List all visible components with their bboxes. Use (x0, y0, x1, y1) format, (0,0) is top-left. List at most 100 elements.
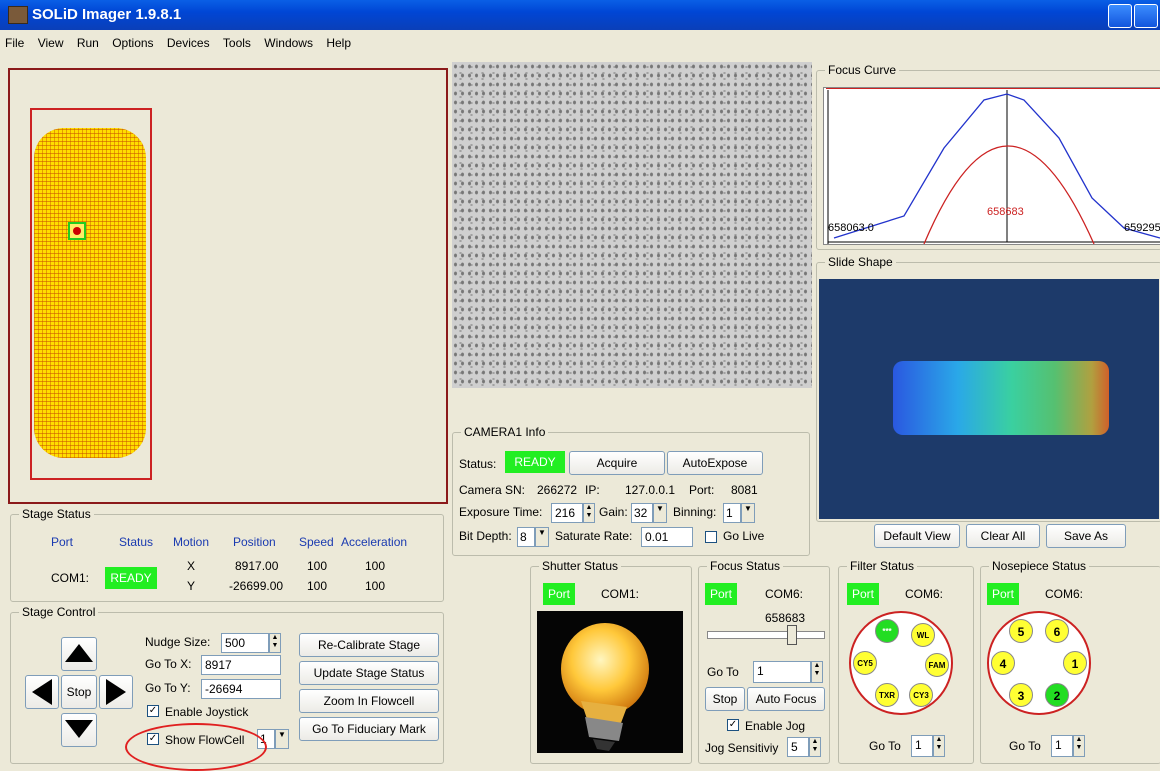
move-down-button[interactable] (61, 713, 97, 747)
menu-file[interactable]: File (0, 30, 29, 50)
stage-port: COM1: (51, 571, 90, 585)
focus-slider-thumb[interactable] (787, 625, 797, 645)
filter-com: COM6: (905, 587, 944, 601)
acquire-button[interactable]: Acquire (569, 451, 665, 475)
filter-goto-label: Go To (869, 739, 901, 753)
flowcell-map[interactable] (8, 68, 448, 504)
nosepiece-status-title: Nosepiece Status (989, 559, 1090, 573)
nosepiece-position-5[interactable]: 5 (1009, 619, 1033, 643)
menu-windows[interactable]: Windows (259, 30, 318, 50)
shutter-com: COM1: (601, 587, 640, 601)
gain-label: Gain: (599, 505, 628, 519)
goto-x-input[interactable]: 8917 (201, 655, 281, 675)
nudge-size-spinner[interactable]: ▲ ▼ (269, 633, 281, 653)
camera-sn: 266272 (537, 483, 578, 497)
jog-sensitivity-spinner[interactable]: ▲ ▼ (809, 737, 821, 757)
binning-label: Binning: (673, 505, 717, 519)
enable-joystick-label: Enable Joystick (165, 705, 249, 719)
accel-y: 100 (365, 579, 386, 593)
slide-heatmap (893, 361, 1109, 435)
slide-shape-title: Slide Shape (825, 255, 896, 269)
nosepiece-position-1[interactable]: 1 (1063, 651, 1087, 675)
menu-help[interactable]: Help (321, 30, 356, 50)
binning-dropdown[interactable]: ▼ (741, 503, 755, 523)
saturate-input[interactable]: 0.01 (641, 527, 693, 547)
nosepiece-wheel: 6 1 2 3 4 5 (987, 611, 1091, 715)
maximize-button[interactable] (1134, 4, 1158, 28)
header-status: Status (119, 535, 154, 549)
nosepiece-goto-spinner[interactable]: ▲ ▼ (1073, 735, 1085, 757)
shutter-bulb-image[interactable] (537, 611, 683, 753)
goto-y-input[interactable]: -26694 (201, 679, 281, 699)
nosepiece-position-3[interactable]: 3 (1009, 683, 1033, 707)
menu-view[interactable]: View (33, 30, 69, 50)
nosepiece-goto-input[interactable]: 1 (1051, 735, 1073, 757)
nosepiece-position-6[interactable]: 6 (1045, 619, 1069, 643)
recalibrate-stage-button[interactable]: Re-Calibrate Stage (299, 633, 439, 657)
nosepiece-position-4[interactable]: 4 (991, 651, 1015, 675)
right-arrow-icon (106, 679, 126, 705)
filter-position-fam[interactable]: FAM (925, 653, 949, 677)
gain-select[interactable]: 32 (631, 503, 653, 523)
binning-select[interactable]: 1 (723, 503, 741, 523)
header-port: Port (51, 535, 74, 549)
flowcell-dropdown[interactable]: ▼ (275, 729, 289, 749)
menu-tools[interactable]: Tools (218, 30, 256, 50)
filter-position-wl[interactable]: WL (911, 623, 935, 647)
focus-status-title: Focus Status (707, 559, 784, 573)
stop-button[interactable]: Stop (61, 675, 97, 709)
flowcell-panels (34, 128, 146, 458)
focus-stop-button[interactable]: Stop (705, 687, 745, 711)
bitdepth-select[interactable]: 8 (517, 527, 535, 547)
zoom-in-flowcell-button[interactable]: Zoom In Flowcell (299, 689, 439, 713)
focus-left-label: 658063.0 (828, 222, 874, 234)
enable-jog-checkbox[interactable]: ✓ (727, 719, 739, 731)
move-right-button[interactable] (99, 675, 133, 709)
goto-fiduciary-button[interactable]: Go To Fiduciary Mark (299, 717, 439, 741)
bitdepth-dropdown[interactable]: ▼ (535, 527, 549, 547)
filter-goto-spinner[interactable]: ▲ ▼ (933, 735, 945, 757)
filter-position-1[interactable]: *** (875, 619, 899, 643)
autoexpose-button[interactable]: AutoExpose (667, 451, 763, 475)
nudge-size-input[interactable]: 500 (221, 633, 269, 653)
move-left-button[interactable] (25, 675, 59, 709)
filter-wheel: *** WL FAM CY3 TXR CY5 (849, 611, 953, 715)
menu-devices[interactable]: Devices (162, 30, 215, 50)
camera-info-group: CAMERA1 Info Status: READY Acquire AutoE… (452, 425, 810, 556)
clear-all-button[interactable]: Clear All (966, 524, 1040, 548)
window-title: SOLiD Imager 1.9.8.1 (32, 6, 182, 23)
enable-joystick-checkbox[interactable]: ✓ (147, 705, 159, 717)
goto-x-label: Go To X: (145, 657, 192, 671)
update-stage-status-button[interactable]: Update Stage Status (299, 661, 439, 685)
save-as-button[interactable]: Save As (1046, 524, 1126, 548)
menu-options[interactable]: Options (107, 30, 158, 50)
focus-goto-input[interactable]: 1 (753, 661, 811, 683)
menu-bar: File View Run Options Devices Tools Wind… (0, 30, 1160, 56)
menu-run[interactable]: Run (72, 30, 104, 50)
move-up-button[interactable] (61, 637, 97, 671)
auto-focus-button[interactable]: Auto Focus (747, 687, 825, 711)
position-dot (73, 227, 81, 235)
filter-position-cy3[interactable]: CY3 (909, 683, 933, 707)
filter-position-cy5[interactable]: CY5 (853, 651, 877, 675)
stage-control-group: Stage Control Stop Nudge Size: 500 ▲ ▼ Go… (10, 605, 444, 771)
minimize-button[interactable] (1108, 4, 1132, 28)
filter-goto-input[interactable]: 1 (911, 735, 933, 757)
go-live-checkbox[interactable] (705, 531, 717, 543)
slide-shape-group: Slide Shape (816, 255, 1160, 522)
default-view-button[interactable]: Default View (874, 524, 960, 548)
app-icon (8, 6, 28, 24)
focus-fit-curve (923, 145, 1095, 245)
highlight-ellipse (125, 723, 267, 771)
jog-sensitivity-input[interactable]: 5 (787, 737, 809, 757)
exposure-spinner[interactable]: ▲ ▼ (583, 503, 595, 523)
stage-status-badge: READY (105, 567, 157, 589)
focus-goto-spinner[interactable]: ▲ ▼ (811, 661, 823, 683)
exposure-input[interactable]: 216 (551, 503, 583, 523)
nudge-size-label: Nudge Size: (145, 635, 211, 649)
position-x: 8917.00 (235, 559, 279, 573)
gain-dropdown[interactable]: ▼ (653, 503, 667, 523)
filter-position-txr[interactable]: TXR (875, 683, 899, 707)
position-y: -26699.00 (229, 579, 284, 593)
nosepiece-position-2[interactable]: 2 (1045, 683, 1069, 707)
